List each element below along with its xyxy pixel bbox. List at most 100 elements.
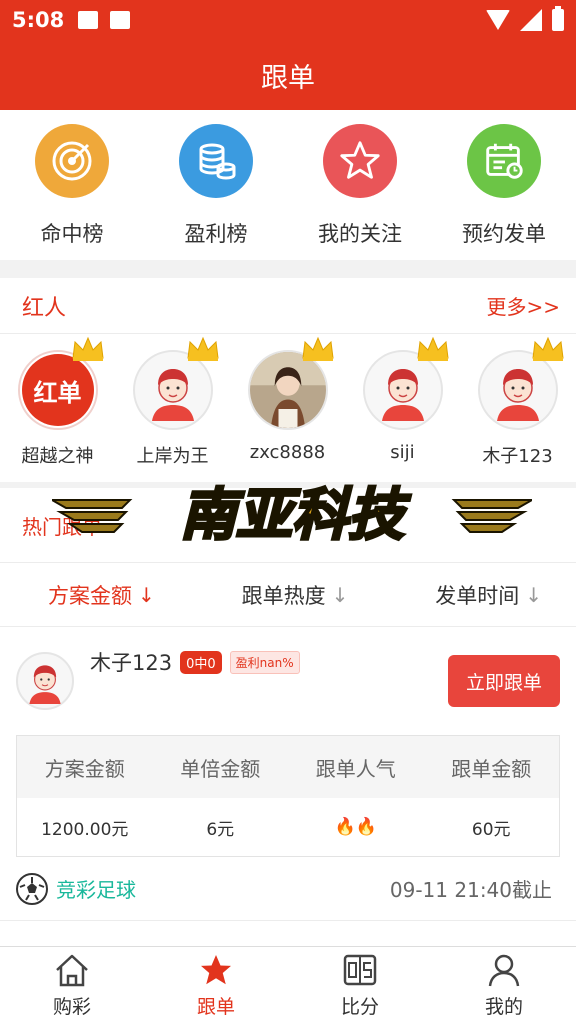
- column-header: 跟单人气: [315, 756, 396, 781]
- unit-amount-cell: 6元: [206, 819, 235, 840]
- user-name: 木子123: [90, 651, 173, 675]
- default-avatar-icon: [381, 369, 424, 421]
- follow-now-button[interactable]: 立即跟单: [448, 655, 560, 707]
- tab-follow[interactable]: 跟单: [144, 947, 288, 1024]
- quick-item-label: 预约发单: [462, 222, 546, 246]
- hot-people-section: 红人 更多>> 红单 超越之神 上岸为王 zxc8888 siji 木子123: [0, 278, 576, 482]
- coins-icon: [179, 124, 253, 198]
- hot-people-header: 红人 更多>>: [0, 278, 576, 334]
- photo-avatar: [249, 352, 326, 428]
- quick-menu: 命中榜 盈利榜 我的关注 预约发单: [0, 110, 576, 260]
- sort-label: 发单时间: [435, 583, 520, 608]
- profit-badge: 盈利nan%: [229, 650, 300, 674]
- sort-label: 跟单热度: [241, 583, 326, 608]
- person-item[interactable]: 上岸为王: [115, 334, 230, 468]
- quick-item-label: 我的关注: [318, 222, 402, 246]
- tab-label: 跟单: [196, 996, 235, 1018]
- person-item[interactable]: 红单 超越之神: [0, 334, 115, 468]
- sort-label: 方案金额: [48, 583, 132, 608]
- plan-table: 方案金额 单倍金额 跟单人气 跟单金额 1200.00元 6元 🔥🔥 60元: [16, 735, 560, 857]
- sort-post-time[interactable]: 发单时间 ↓: [435, 580, 542, 610]
- battery-icon: [552, 6, 564, 31]
- avatar: [477, 350, 558, 430]
- status-time: 5:08: [12, 8, 65, 32]
- person-item[interactable]: 木子123: [460, 334, 575, 468]
- deadline: 09-11 21:40截止: [389, 878, 552, 902]
- home-icon: [56, 954, 88, 987]
- quick-item-label: 命中榜: [40, 222, 104, 246]
- tab-label: 我的: [484, 996, 523, 1018]
- person-name: 木子123: [482, 446, 553, 467]
- hot-follow-title: 热门跟单: [22, 514, 102, 539]
- plan-amount-cell: 1200.00元: [41, 819, 129, 840]
- hot-follow-header: 热门跟单: [0, 488, 576, 563]
- follow-amount-cell: 60元: [471, 819, 511, 840]
- hot-people-list: 红单 超越之神 上岸为王 zxc8888 siji 木子123: [0, 334, 576, 468]
- person-name: 超越之神: [21, 446, 94, 467]
- football-icon: [16, 872, 48, 905]
- status-bar: 5:08: [0, 0, 576, 40]
- table-row: 1200.00元 6元 🔥🔥 60元: [17, 798, 559, 856]
- user-info: 木子123 0中0 盈利nan%: [90, 647, 300, 677]
- quick-item-label: 盈利榜: [184, 222, 248, 246]
- star-icon: [323, 124, 397, 198]
- user-icon: [488, 954, 520, 987]
- column-header: 跟单金额: [451, 756, 532, 781]
- quick-item-my-follow[interactable]: 我的关注: [288, 110, 432, 260]
- quick-item-profit-rank[interactable]: 盈利榜: [144, 110, 288, 260]
- crown-icon: [302, 336, 334, 361]
- app-notification-icon: [110, 11, 131, 29]
- quick-item-hit-rank[interactable]: 命中榜: [0, 110, 144, 260]
- crown-icon: [417, 336, 449, 361]
- default-avatar-icon: [496, 369, 539, 421]
- tab-bar: 购彩 跟单 比分 我的: [0, 946, 576, 1024]
- page-title: 跟单: [261, 62, 315, 94]
- sort-arrow-icon: ↓: [525, 582, 542, 607]
- person-name: zxc8888: [249, 442, 326, 463]
- red-badge-avatar: 红单: [21, 354, 94, 426]
- hot-people-title: 红人: [22, 295, 67, 321]
- person-name: siji: [390, 442, 415, 463]
- hot-follow-section: 热门跟单 方案金额 ↓ 跟单热度 ↓ 发单时间 ↓ 木子123 0中0 盈利na…: [0, 488, 576, 948]
- person-item[interactable]: siji: [345, 334, 460, 468]
- popularity-cell: 🔥🔥: [334, 817, 377, 837]
- tab-buy[interactable]: 购彩: [0, 947, 144, 1024]
- crown-icon: [532, 336, 564, 361]
- sort-follow-heat[interactable]: 跟单热度 ↓: [242, 580, 349, 610]
- default-avatar-icon: [29, 665, 61, 705]
- plan-table-header: 方案金额 单倍金额 跟单人气 跟单金额: [17, 736, 559, 798]
- tab-score[interactable]: 比分: [288, 947, 432, 1024]
- hit-badge: 0中0: [180, 650, 222, 674]
- more-link[interactable]: 更多>>: [486, 291, 560, 320]
- page-header: 跟单: [0, 40, 576, 110]
- star-icon: [201, 955, 231, 985]
- calendar-icon: [467, 124, 541, 198]
- sort-bar: 方案金额 ↓ 跟单热度 ↓ 发单时间 ↓: [0, 563, 576, 627]
- avatar: [362, 350, 443, 430]
- quick-item-schedule[interactable]: 预约发单: [432, 110, 576, 260]
- avatar: [132, 350, 213, 430]
- crown-icon: [187, 336, 219, 361]
- avatar: [247, 350, 328, 430]
- follow-card-user: 木子123 0中0 盈利nan% 立即跟单: [0, 627, 576, 735]
- person-name: 上岸为王: [136, 446, 209, 467]
- avatar[interactable]: [16, 652, 74, 710]
- default-avatar-icon: [151, 369, 194, 421]
- score-icon: [343, 954, 377, 986]
- tab-label: 购彩: [52, 996, 91, 1018]
- sort-arrow-icon: ↓: [138, 582, 155, 607]
- sort-plan-amount[interactable]: 方案金额 ↓: [48, 580, 155, 610]
- image-notification-icon: [78, 11, 99, 29]
- person-item[interactable]: zxc8888: [230, 334, 345, 468]
- tab-label: 比分: [340, 996, 379, 1018]
- crown-icon: [72, 336, 104, 361]
- sort-arrow-icon: ↓: [331, 582, 349, 607]
- target-icon: [35, 124, 109, 198]
- signal-icon: [520, 9, 542, 31]
- column-header: 方案金额: [44, 756, 125, 781]
- column-header: 单倍金额: [180, 756, 261, 781]
- wifi-icon: [486, 10, 510, 30]
- tab-mine[interactable]: 我的: [432, 947, 576, 1024]
- lottery-name: 竞彩足球: [56, 878, 136, 902]
- avatar: 红单: [17, 350, 98, 430]
